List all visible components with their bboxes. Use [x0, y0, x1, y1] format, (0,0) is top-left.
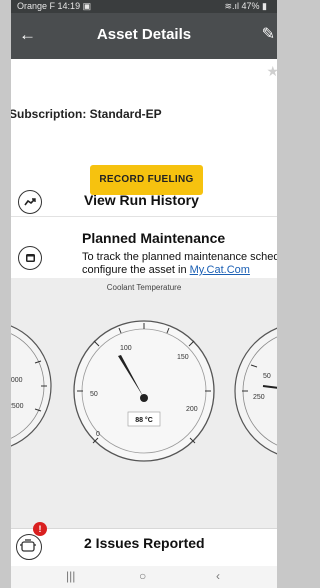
planned-maintenance-text: To track the planned maintenance schedul… — [82, 251, 277, 276]
android-nav-bar: ||| ○ ‹ — [11, 566, 277, 588]
right-partial-gauge: 250 50 — [234, 327, 277, 455]
tick-150: 150 — [177, 354, 189, 361]
tick-100: 100 — [120, 345, 132, 352]
back-button[interactable]: ‹ — [216, 569, 220, 583]
tick-0: 0 — [96, 431, 100, 438]
record-fueling-button[interactable]: RECORD FUELING — [90, 165, 203, 195]
phone-screen: Orange F 14:19 ▣ ≋.ıl 47% ▮ ← Asset Deta… — [11, 0, 277, 588]
home-button[interactable]: ○ — [139, 569, 146, 583]
trend-icon[interactable] — [18, 190, 42, 214]
left-partial-gauge: 2000 2500 — [11, 325, 52, 447]
clock: 14:19 — [57, 1, 81, 11]
right-tick-250: 250 — [253, 394, 265, 401]
issue-badge: ! — [33, 522, 47, 536]
status-bar: Orange F 14:19 ▣ ≋.ıl 47% ▮ — [11, 0, 277, 13]
signal-icon: ≋.ıl — [224, 1, 239, 11]
divider — [11, 528, 277, 529]
coolant-reading: 88 °C — [135, 416, 153, 424]
star-icon[interactable]: ★ — [266, 63, 277, 80]
issues-reported-link[interactable]: 2 Issues Reported — [84, 535, 205, 551]
gauges-svg: 2000 2500 0 50 — [11, 320, 277, 462]
calendar-icon[interactable] — [18, 246, 42, 270]
image-notification-icon: ▣ — [82, 1, 92, 11]
app-bar: ← Asset Details ✎ — [11, 13, 277, 59]
right-tick-50: 50 — [263, 373, 271, 380]
gauge-panel: Coolant Temperature 2000 2500 — [11, 278, 277, 528]
carrier: Orange F — [17, 1, 56, 11]
battery-level: 47% — [241, 1, 260, 11]
page-title: Asset Details — [96, 26, 192, 43]
subscription-text: Subscription: Standard-EP — [11, 107, 162, 121]
planned-maintenance-title: Planned Maintenance — [82, 230, 226, 246]
tick-200: 200 — [186, 406, 198, 413]
tick-50: 50 — [90, 391, 98, 398]
recents-button[interactable]: ||| — [66, 569, 75, 583]
coolant-temperature-gauge: 0 50 100 150 200 88 °C — [73, 320, 215, 462]
battery-icon: ▮ — [262, 1, 267, 11]
divider — [11, 216, 277, 217]
left-tick-2000: 2000 — [11, 377, 23, 384]
pencil-icon[interactable]: ✎ — [262, 25, 275, 45]
engine-warning-icon[interactable] — [16, 534, 42, 560]
my-cat-link[interactable]: My.Cat.Com — [190, 264, 250, 276]
view-run-history-link[interactable]: View Run History — [84, 192, 199, 208]
left-tick-2500: 2500 — [11, 403, 24, 410]
